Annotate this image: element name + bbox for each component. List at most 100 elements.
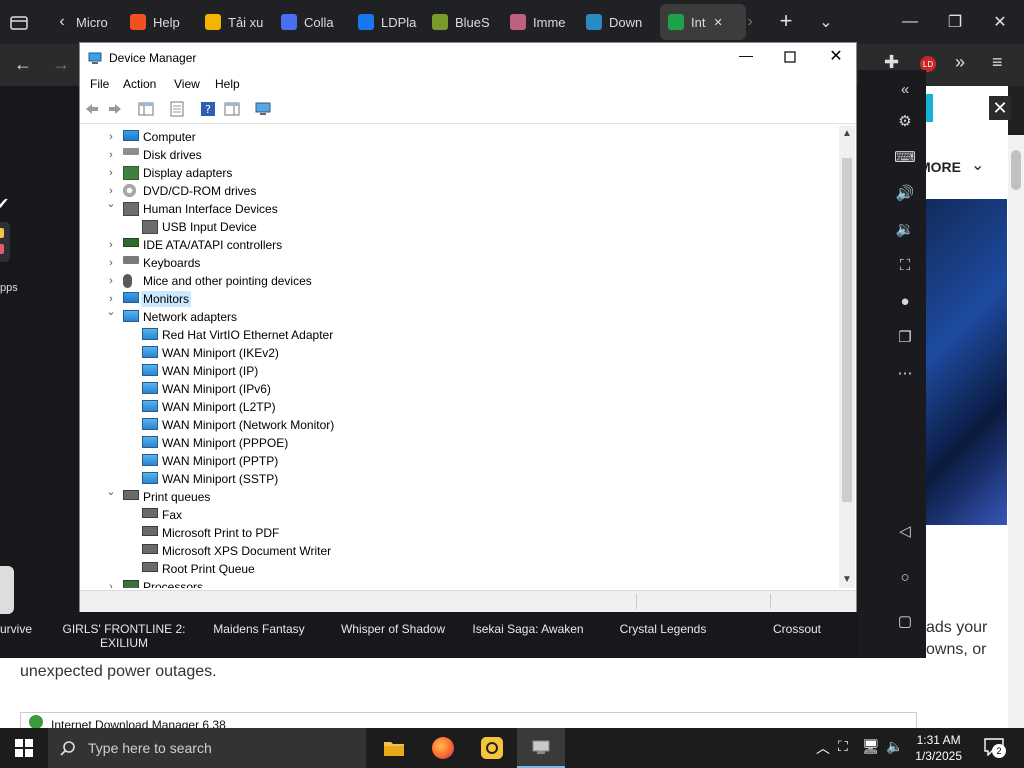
tree-device[interactable]: Microsoft XPS Document Writer xyxy=(81,542,837,560)
back-arrow-icon[interactable]: ← xyxy=(14,54,32,75)
check-icon[interactable]: ✔ xyxy=(0,194,9,214)
game-title[interactable]: Whisper of Shadow xyxy=(330,622,456,636)
record-icon[interactable]: ● xyxy=(896,292,914,310)
action-pane-icon[interactable] xyxy=(224,101,240,117)
show-hidden-icons-chevron[interactable]: ︿ xyxy=(816,738,830,758)
browser-tab[interactable]: LDPla xyxy=(358,4,422,40)
close-overlay-icon[interactable]: ✕ xyxy=(989,96,1011,120)
close-button[interactable]: ✕ xyxy=(826,46,846,66)
android-home-icon[interactable]: ○ xyxy=(896,568,914,586)
game-title[interactable]: GIRLS' FRONTLINE 2: EXILIUM xyxy=(60,622,188,650)
tree-category[interactable]: › Disk drives xyxy=(81,146,837,164)
expand-chevron-icon[interactable]: › xyxy=(105,131,117,143)
tree-category[interactable]: ⌄ Print queues xyxy=(81,485,837,506)
tray-app-icon[interactable]: ⛶ xyxy=(838,738,848,755)
tree-scrollbar[interactable]: ▲ ▼ xyxy=(839,126,855,588)
browser-tab[interactable]: Int ✕ xyxy=(660,4,746,40)
tree-device[interactable]: WAN Miniport (L2TP) xyxy=(81,398,837,416)
keyboard-icon[interactable]: ⌨ xyxy=(894,148,916,166)
tree-category[interactable]: › Computer xyxy=(81,128,837,146)
system-clock[interactable]: 1:31 AM 1/3/2025 xyxy=(915,732,962,764)
show-hide-console-tree-icon[interactable] xyxy=(138,101,154,117)
browser-restore-button[interactable]: ❐ xyxy=(945,12,965,32)
forward-arrow-icon[interactable]: → xyxy=(52,54,70,75)
tree-category[interactable]: ⌄ Network adapters xyxy=(81,305,837,326)
browser-tab[interactable]: Help xyxy=(130,4,190,40)
android-recents-icon[interactable]: ▢ xyxy=(896,612,914,630)
expand-chevron-icon[interactable]: › xyxy=(105,275,117,287)
menu-view[interactable]: View xyxy=(174,77,200,91)
app-shortcut-icon[interactable] xyxy=(0,222,10,262)
tree-device[interactable]: Fax xyxy=(81,506,837,524)
game-title[interactable]: Crystal Legends xyxy=(604,622,722,636)
browser-minimize-button[interactable]: — xyxy=(900,12,920,32)
tree-device[interactable]: USB Input Device xyxy=(81,218,837,236)
menu-action[interactable]: Action xyxy=(123,77,156,91)
tree-device[interactable]: Root Print Queue xyxy=(81,560,837,578)
speaker-muted-icon[interactable]: 🔈 xyxy=(886,738,903,755)
taskbar-firefox[interactable] xyxy=(419,728,467,768)
new-tab-button[interactable]: + xyxy=(776,8,796,33)
collapse-sidebar-icon[interactable]: « xyxy=(896,80,914,98)
device-manager-title-bar[interactable]: Device Manager — ✕ xyxy=(80,43,856,73)
minimize-button[interactable]: — xyxy=(736,47,756,67)
network-icon[interactable]: 🖥 xyxy=(862,738,880,755)
browser-tab[interactable]: BlueS xyxy=(432,4,496,40)
fullscreen-icon[interactable]: ⛶ xyxy=(896,256,914,274)
tree-device[interactable]: WAN Miniport (IPv6) xyxy=(81,380,837,398)
tab-scroll-right-icon[interactable]: › xyxy=(740,12,760,32)
game-title[interactable]: Isekai Saga: Awaken xyxy=(466,622,590,636)
tab-actions-icon[interactable] xyxy=(8,12,30,32)
browser-tab[interactable]: Imme xyxy=(510,4,574,40)
more-chevron-icon[interactable]: ⌄ xyxy=(971,155,984,175)
expand-chevron-icon[interactable]: › xyxy=(105,581,117,588)
tree-category[interactable]: › DVD/CD-ROM drives xyxy=(81,182,837,200)
tree-category[interactable]: › Mice and other pointing devices xyxy=(81,272,837,290)
tree-category[interactable]: › Processors xyxy=(81,578,837,588)
scroll-down-icon[interactable]: ▼ xyxy=(842,574,852,585)
tab-scroll-left-icon[interactable]: ‹ xyxy=(52,12,72,32)
browser-tab[interactable]: Colla xyxy=(281,4,345,40)
scan-hardware-icon[interactable] xyxy=(255,101,271,117)
expand-chevron-icon[interactable]: › xyxy=(105,149,117,161)
collapse-chevron-icon[interactable]: ⌄ xyxy=(105,305,117,318)
page-scrollbar-thumb[interactable] xyxy=(1011,150,1021,190)
page-scrollbar[interactable] xyxy=(1008,135,1024,728)
tree-device[interactable]: WAN Miniport (Network Monitor) xyxy=(81,416,837,434)
properties-icon[interactable] xyxy=(169,101,185,117)
forward-arrow-icon[interactable] xyxy=(107,101,123,117)
menu-help[interactable]: Help xyxy=(215,77,240,91)
tree-device[interactable]: Microsoft Print to PDF xyxy=(81,524,837,542)
taskbar-ldplayer[interactable] xyxy=(468,728,516,768)
multi-instance-icon[interactable]: ❐ xyxy=(896,328,914,346)
browser-menu-icon[interactable]: ≡ xyxy=(992,52,1003,73)
tree-device[interactable]: WAN Miniport (IP) xyxy=(81,362,837,380)
volume-up-icon[interactable]: 🔊 xyxy=(896,184,915,202)
tree-device[interactable]: WAN Miniport (IKEv2) xyxy=(81,344,837,362)
taskbar-device-manager[interactable] xyxy=(517,728,565,768)
tree-category[interactable]: › IDE ATA/ATAPI controllers xyxy=(81,236,837,254)
game-label-partial[interactable]: urvive xyxy=(0,622,32,636)
expand-chevron-icon[interactable]: › xyxy=(105,185,117,197)
settings-icon[interactable]: ⚙ xyxy=(896,112,914,130)
taskbar-file-explorer[interactable] xyxy=(370,728,418,768)
tree-scrollbar-thumb[interactable] xyxy=(842,158,852,502)
collapse-chevron-icon[interactable]: ⌄ xyxy=(105,485,117,498)
volume-down-icon[interactable]: 🔉 xyxy=(896,220,915,238)
maximize-button[interactable] xyxy=(780,47,800,67)
tree-device[interactable]: WAN Miniport (PPTP) xyxy=(81,452,837,470)
browser-tab[interactable]: Micro xyxy=(76,4,120,40)
more-options-icon[interactable]: ⋯ xyxy=(896,364,914,382)
game-title[interactable]: Crossout xyxy=(752,622,842,636)
taskbar-search-box[interactable]: Type here to search xyxy=(48,728,366,768)
help-icon[interactable]: ? xyxy=(200,101,216,117)
start-button[interactable] xyxy=(0,728,48,768)
collapse-chevron-icon[interactable]: ⌄ xyxy=(105,197,117,210)
expand-chevron-icon[interactable]: › xyxy=(105,239,117,251)
tree-category[interactable]: ⌄ Human Interface Devices xyxy=(81,197,837,218)
tab-list-chevron-icon[interactable]: ⌄ xyxy=(816,12,836,32)
tree-category[interactable]: › Monitors xyxy=(81,290,837,308)
menu-file[interactable]: File xyxy=(90,77,109,91)
expand-chevron-icon[interactable]: › xyxy=(105,257,117,269)
game-title[interactable]: Maidens Fantasy xyxy=(200,622,318,636)
